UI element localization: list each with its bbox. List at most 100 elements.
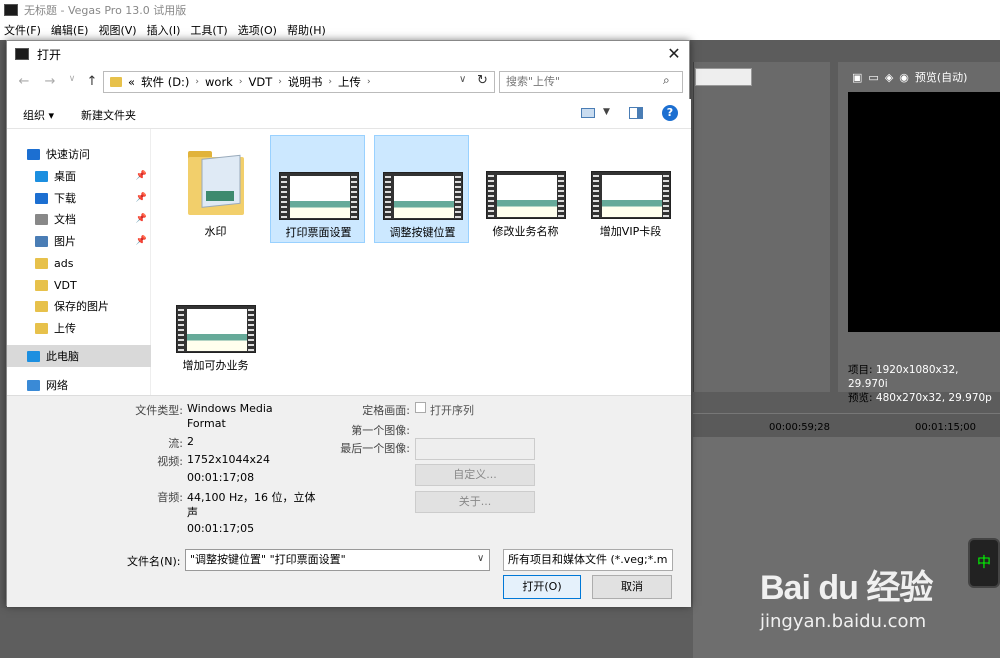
- menu-tools[interactable]: 工具(T): [190, 22, 227, 38]
- file-item[interactable]: 调整按键位置: [374, 135, 469, 243]
- preview-split-icon[interactable]: ◈: [885, 71, 893, 84]
- project-info: 项目: 1920x1080x32, 29.970i 预览: 480x270x32…: [848, 363, 1000, 405]
- sidebar-item-label: 快速访问: [46, 148, 90, 161]
- file-item[interactable]: 水印: [168, 135, 263, 243]
- view-mode-icon[interactable]: [581, 108, 595, 118]
- breadcrumb-vdt[interactable]: VDT: [248, 75, 272, 89]
- sidebar-item-label: VDT: [54, 278, 77, 292]
- folder-icon: [186, 145, 246, 217]
- project-label: 项目:: [848, 364, 873, 376]
- address-bar[interactable]: « 软件 (D:) › work › VDT › 说明书 › 上传 ›: [103, 71, 495, 93]
- open-sequence-label: 打开序列: [430, 404, 474, 417]
- open-button[interactable]: 打开(O): [503, 575, 581, 599]
- audio-label: 音频:: [157, 491, 183, 504]
- video-thumbnail: [591, 171, 671, 219]
- sidebar-item[interactable]: 图片 📌: [7, 230, 151, 252]
- close-button[interactable]: ✕: [662, 43, 686, 65]
- stream-value: 2: [187, 435, 194, 448]
- video-thumbnail: [279, 172, 359, 220]
- preview-info-value: 480x270x32, 29.970p: [875, 392, 992, 404]
- menu-view[interactable]: 视图(V): [98, 22, 136, 38]
- menu-file[interactable]: 文件(F): [4, 22, 41, 38]
- up-arrow-icon[interactable]: ↑: [83, 74, 101, 92]
- refresh-icon[interactable]: ↻: [477, 73, 488, 88]
- preview-overlay-icon[interactable]: ◉: [899, 71, 909, 84]
- sidebar-item[interactable]: 快速访问: [7, 143, 151, 165]
- chevron-right-icon: ›: [366, 77, 371, 87]
- network-icon: [27, 379, 40, 391]
- audio-value-2: 声: [187, 506, 198, 519]
- preview-toolbar: ▣ ▭ ◈ ◉ 预览(自动): [852, 68, 1000, 86]
- help-icon[interactable]: ?: [662, 105, 678, 121]
- folder-icon: [35, 300, 48, 312]
- filetype-value: Windows Media: [187, 402, 273, 415]
- forward-arrow-icon[interactable]: →: [41, 74, 59, 92]
- star-icon: [27, 148, 40, 160]
- sidebar-item[interactable]: 文档 📌: [7, 208, 151, 230]
- view-dropdown-icon[interactable]: ▼: [603, 107, 610, 117]
- timeline-ruler[interactable]: 00:00:59;28 00:01:15;00: [693, 413, 1000, 437]
- filename-input[interactable]: "调整按键位置" "打印票面设置": [185, 549, 490, 571]
- back-arrow-icon[interactable]: ←: [15, 74, 33, 92]
- video-label: 视频:: [157, 455, 183, 468]
- sidebar-item[interactable]: ads: [7, 252, 151, 274]
- search-icon: ⌕: [663, 73, 670, 87]
- file-item[interactable]: 打印票面设置: [270, 135, 365, 243]
- menu-insert[interactable]: 插入(I): [147, 22, 181, 38]
- file-item[interactable]: 增加VIP卡段: [583, 135, 678, 243]
- sidebar-item[interactable]: 此电脑: [7, 345, 151, 367]
- baidu-watermark: Bai du 经验 jingyan.baidu.com: [760, 560, 1000, 658]
- dialog-titlebar: 打开: [7, 41, 691, 67]
- sidebar-item[interactable]: VDT: [7, 274, 151, 296]
- folder-icon: [35, 322, 48, 334]
- menu-help[interactable]: 帮助(H): [287, 22, 326, 38]
- filename-dropdown-icon[interactable]: ∨: [477, 553, 484, 564]
- address-dropdown-icon[interactable]: ∨: [459, 74, 466, 85]
- breadcrumb-drive[interactable]: 软件 (D:): [141, 74, 189, 90]
- panel-dropdown[interactable]: [695, 68, 752, 86]
- last-image-label: 最后一个图像:: [340, 442, 410, 455]
- recent-chevron-icon[interactable]: ∨: [63, 74, 81, 92]
- sidebar-item[interactable]: 保存的图片: [7, 295, 151, 317]
- vegas-logo-icon: [15, 48, 29, 60]
- sidebar-item[interactable]: 下载 📌: [7, 187, 151, 209]
- sidebar-item-label: 网络: [46, 379, 68, 392]
- file-item[interactable]: 修改业务名称: [478, 135, 573, 243]
- file-name: 增加可办业务: [182, 359, 249, 372]
- preview-quality-dropdown[interactable]: 预览(自动): [915, 69, 968, 85]
- path-overflow[interactable]: «: [128, 75, 135, 89]
- filetype-label: 文件类型:: [135, 404, 183, 417]
- pin-icon[interactable]: 📌: [136, 214, 147, 224]
- filetype-select[interactable]: 所有项目和媒体文件 (*.veg;*.m: [503, 549, 673, 571]
- breadcrumb-work[interactable]: work: [205, 75, 233, 89]
- breadcrumb-manual[interactable]: 说明书: [288, 74, 323, 90]
- pin-icon[interactable]: 📌: [136, 236, 147, 246]
- cancel-button[interactable]: 取消: [592, 575, 672, 599]
- sidebar-item[interactable]: 桌面 📌: [7, 165, 151, 187]
- chevron-right-icon: ›: [195, 77, 200, 87]
- folder-icon: [35, 279, 48, 291]
- menu-edit[interactable]: 编辑(E): [51, 22, 89, 38]
- sidebar-item[interactable]: 网络: [7, 374, 151, 396]
- preview-settings-icon[interactable]: ▣: [852, 71, 862, 84]
- chevron-right-icon: ›: [328, 77, 332, 87]
- sidebar-item[interactable]: 上传: [7, 317, 151, 339]
- search-input[interactable]: 搜索"上传": [499, 71, 683, 93]
- breadcrumb-upload[interactable]: 上传: [338, 74, 361, 90]
- file-name: 增加VIP卡段: [599, 225, 662, 238]
- pin-icon[interactable]: 📌: [136, 171, 147, 181]
- navigation-pane: 快速访问桌面 📌 下载 📌 文档 📌 图片 📌 ads VDT 保存的图片 上传此电脑网络: [7, 129, 151, 395]
- file-item[interactable]: 增加可办业务: [168, 269, 263, 377]
- organize-menu[interactable]: 组织 ▾: [23, 107, 54, 123]
- open-sequence-checkbox[interactable]: [415, 402, 426, 413]
- sidebar-item-label: 此电脑: [46, 350, 79, 363]
- audio-duration: 00:01:17;05: [187, 522, 255, 535]
- preview-pane-icon[interactable]: [629, 107, 643, 119]
- new-folder-button[interactable]: 新建文件夹: [81, 107, 136, 123]
- app-titlebar: 无标题 - Vegas Pro 13.0 试用版: [0, 0, 1000, 20]
- pin-icon[interactable]: 📌: [136, 193, 147, 203]
- preview-monitor-icon[interactable]: ▭: [868, 71, 878, 84]
- menu-options[interactable]: 选项(O): [238, 22, 277, 38]
- dialog-footer: 文件名(N): "调整按键位置" "打印票面设置" ∨ 所有项目和媒体文件 (*…: [7, 545, 691, 607]
- picture-icon: [35, 235, 48, 247]
